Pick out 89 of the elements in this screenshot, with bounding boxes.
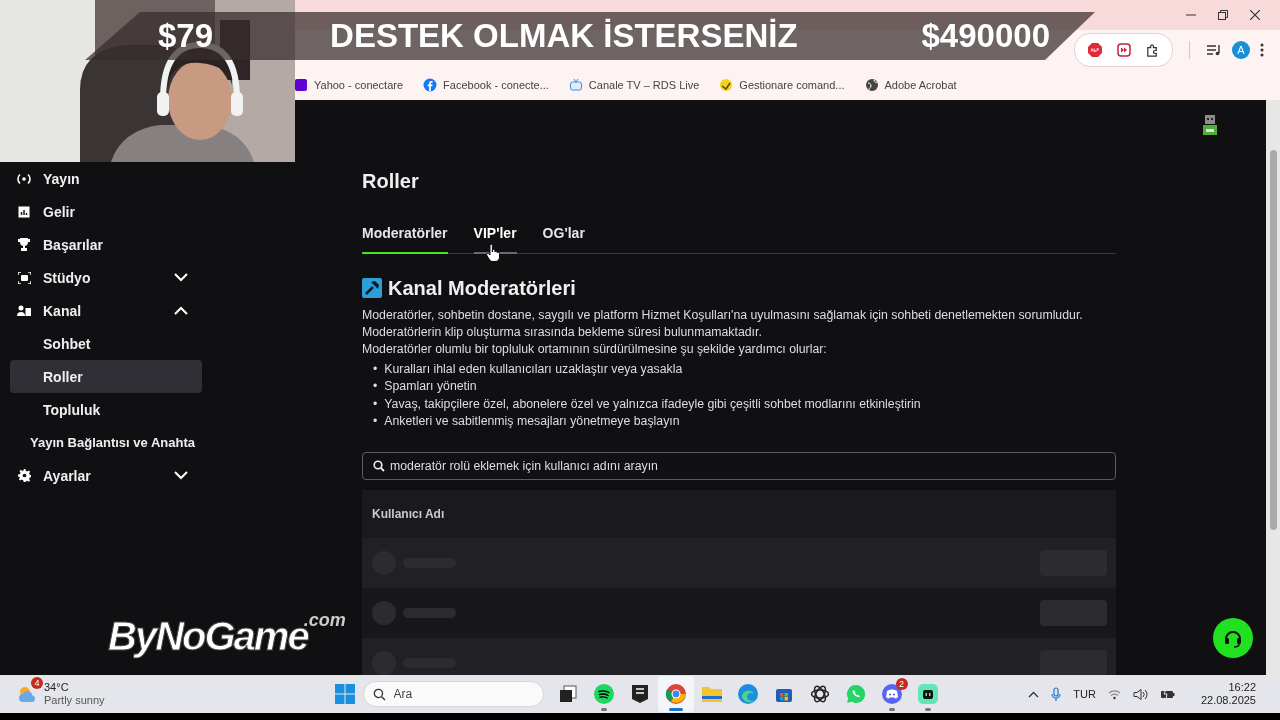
- chevron-up-icon[interactable]: [1028, 690, 1040, 698]
- page-title: Roller: [362, 169, 420, 193]
- description-text: Moderatörler olumlu bir topluluk ortamının sürdürülmesine şu şekilde yardımcı olurlar:: [362, 341, 828, 358]
- bookmark[interactable]: Gestionare comand...: [717, 75, 847, 95]
- column-header: Kullanıcı Adı: [372, 506, 445, 521]
- notification-badge: 2: [895, 678, 908, 690]
- taskbar-app[interactable]: 2: [873, 676, 910, 712]
- battery-icon[interactable]: [1159, 688, 1175, 700]
- hammer-icon: [362, 278, 382, 298]
- profile-avatar[interactable]: A: [1232, 41, 1250, 59]
- chevron-down-icon[interactable]: [174, 273, 188, 282]
- media-list-icon[interactable]: [1206, 43, 1222, 57]
- bookmark[interactable]: Facebook - conecte...: [421, 75, 551, 95]
- people-icon: [17, 304, 31, 317]
- sidebar-item[interactable]: Sohbet: [10, 327, 202, 360]
- bookmark[interactable]: Yahoo - conectare: [292, 75, 406, 95]
- studio-icon: [17, 271, 31, 284]
- sidebar-item[interactable]: Yayın: [10, 162, 202, 195]
- globe-icon: [864, 78, 879, 92]
- wifi-icon[interactable]: [1107, 688, 1121, 700]
- headset-icon: [1223, 628, 1243, 648]
- search-icon: [372, 688, 386, 701]
- running-indicator: [600, 708, 607, 711]
- shield-icon[interactable]: [630, 684, 649, 704]
- bullet-marker: •: [373, 413, 378, 431]
- puzzle-icon[interactable]: [1145, 42, 1160, 58]
- knot-icon[interactable]: [809, 684, 830, 704]
- bar-chart-icon: [18, 205, 30, 218]
- bullet-marker: •: [373, 378, 378, 396]
- donation-amount: $490000: [921, 17, 1050, 55]
- settings-icon: [17, 469, 31, 482]
- description-text: Moderatörler, sohbetin dostane, saygılı ve platform Hizmet Koşulları'na uyulmasını sağlamak için sohbeti denetlemekten sorumludur.: [362, 307, 1084, 324]
- yahoo-icon: [294, 78, 308, 92]
- notification-badge: 4: [31, 677, 43, 689]
- hand-cursor-icon: [486, 244, 500, 262]
- chrome-icon[interactable]: [665, 684, 686, 704]
- donation-amount: $79: [158, 17, 214, 55]
- spotify-icon[interactable]: [593, 684, 614, 704]
- sidebar-item[interactable]: Stüdyo: [10, 261, 202, 294]
- start-icon[interactable]: [334, 684, 355, 704]
- running-indicator: [668, 708, 683, 711]
- adblock-icon[interactable]: [1087, 42, 1103, 58]
- running-indicator: [924, 708, 931, 711]
- date-text: 22.08.2025: [1200, 694, 1256, 707]
- trophy-icon: [17, 238, 31, 251]
- search-icon: [373, 459, 385, 472]
- tab[interactable]: Moderatörler: [362, 213, 448, 254]
- chat-app-icon[interactable]: [917, 684, 938, 704]
- sidebar-item[interactable]: Roller: [10, 360, 202, 393]
- folder-icon[interactable]: [700, 685, 723, 703]
- scrollbar-thumb[interactable]: [1269, 150, 1277, 530]
- time-text: 16:22: [1228, 681, 1256, 694]
- weather-condition: Partly sunny: [44, 694, 105, 707]
- bullet-item: Kuralları ihlal eden kullanıcıları uzaklaştır veya yasakla: [384, 361, 683, 378]
- search-field[interactable]: moderatör rolü eklemek için kullanıcı adını arayın: [362, 451, 1116, 480]
- windows-stack-icon[interactable]: [558, 685, 577, 703]
- section-title: Kanal Moderatörleri: [388, 276, 576, 300]
- broadcast-icon: [17, 172, 31, 185]
- sidebar-item[interactable]: Topluluk: [10, 393, 202, 426]
- sidebar-item[interactable]: Gelir: [10, 195, 202, 228]
- sidebar-item[interactable]: Başarılar: [10, 228, 202, 261]
- bullet-item: Yavaş, takipçilere özel, abonelere özel ve yalnızca ifadeyle gibi çeşitli sohbet modlarını etkinleştirin: [384, 395, 921, 413]
- chevron-down-icon[interactable]: [174, 471, 188, 480]
- tv-icon: [568, 78, 583, 92]
- description-text: Moderatörlerin klip oluşturma sırasında bekleme süresi bulunmamaktadır.: [362, 324, 763, 341]
- banner-message: DESTEK OLMAK İSTERSENİZ: [330, 17, 798, 55]
- edge-icon[interactable]: [737, 684, 758, 704]
- bookmark[interactable]: Adobe Acrobat: [862, 75, 959, 95]
- running-indicator: [888, 708, 895, 711]
- clock[interactable]: 16:22 22.08.2025: [1200, 681, 1256, 707]
- menu-icon[interactable]: [1260, 42, 1264, 58]
- avatar-icon[interactable]: [1200, 113, 1220, 137]
- bullet-item: Spamları yönetin: [384, 378, 477, 396]
- volume-icon[interactable]: [1132, 687, 1148, 701]
- tab[interactable]: OG'lar: [542, 213, 585, 254]
- language-indicator[interactable]: TUR: [1073, 688, 1096, 700]
- bullet-marker: •: [373, 361, 378, 378]
- microphone-icon[interactable]: [1051, 686, 1062, 702]
- restore-icon[interactable]: [1218, 10, 1228, 20]
- close-icon[interactable]: [1250, 10, 1260, 20]
- sidebar-item[interactable]: Yayın Bağlantısı ve Anahta: [10, 426, 210, 459]
- sidebar-item[interactable]: Ayarlar: [10, 459, 202, 492]
- bullet-marker: •: [373, 395, 378, 413]
- bullet-item: Anketleri ve sabitlenmiş mesajları yönetmeye başlayın: [384, 413, 680, 431]
- fast-forward-icon[interactable]: [1117, 43, 1131, 57]
- bookmark[interactable]: Canale TV – RDS Live: [566, 75, 702, 95]
- sidebar-item[interactable]: Kanal: [10, 294, 202, 327]
- facebook-icon: [423, 78, 438, 92]
- temperature-text: 34°C: [44, 681, 70, 694]
